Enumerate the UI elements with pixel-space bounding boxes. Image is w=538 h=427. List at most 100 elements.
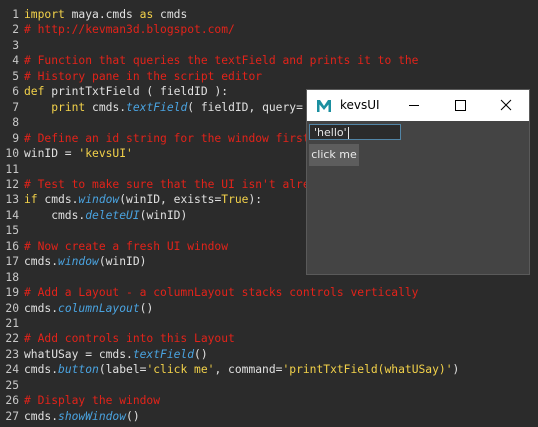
minimize-button[interactable] [391, 90, 437, 121]
code-token: # Display the window [24, 394, 161, 408]
code-line[interactable]: 21 [0, 316, 538, 331]
code-token: ) [452, 363, 460, 377]
code-text: # Add a Layout - a columnLayout stacks c… [24, 285, 418, 300]
code-token: cmds. [85, 100, 127, 114]
line-number: 6 [12, 85, 19, 99]
code-token: cmds. [24, 255, 59, 269]
line-number: 14 [5, 208, 19, 222]
line-number: 1 [12, 8, 19, 21]
code-token: 'kevsUI' [78, 147, 133, 161]
code-text: # http://kevman3d.blogspot.com/ [24, 22, 235, 37]
maximize-icon [455, 100, 466, 111]
code-text: print cmds.textField( fieldID, query= [24, 100, 303, 115]
code-text: # Define an id string for the window fir… [24, 131, 310, 146]
code-line[interactable]: 5 # History pane in the script editor [0, 69, 538, 84]
code-token: maya.cmds [64, 8, 140, 21]
code-text: # History pane in the script editor [24, 69, 262, 84]
code-token: () [126, 409, 140, 423]
code-line[interactable]: 23 whatUSay = cmds.textField() [0, 347, 538, 362]
line-number: 27 [5, 409, 19, 423]
code-text: def printTxtField ( fieldID ): [24, 84, 228, 99]
code-line[interactable]: 3 [0, 38, 538, 53]
code-text: cmds.columnLayout() [24, 301, 153, 316]
code-text: winID = 'kevsUI' [24, 146, 133, 161]
code-text: # Add controls into this Layout [24, 331, 235, 346]
click-me-button[interactable]: click me [309, 144, 359, 166]
code-line[interactable]: 20 cmds.columnLayout() [0, 301, 538, 316]
code-token: ( fieldID, query= [187, 100, 303, 114]
line-number: 8 [12, 116, 19, 130]
close-button[interactable] [483, 90, 529, 121]
code-token: (winID) [139, 208, 188, 222]
code-token: whatUSay = cmds. [24, 347, 133, 361]
line-number: 10 [5, 147, 19, 161]
code-token: columnLayout [58, 301, 140, 315]
code-token: winID = [24, 147, 79, 161]
what-u-say-text-field[interactable]: 'hello' [309, 124, 401, 140]
code-token: textField [132, 347, 195, 361]
code-token: , command= [214, 363, 283, 377]
code-text: whatUSay = cmds.textField() [24, 347, 208, 362]
code-text: # Display the window [24, 393, 160, 408]
line-number: 21 [5, 317, 19, 330]
line-number: 24 [5, 363, 19, 377]
code-token: deleteUI [85, 208, 140, 222]
close-icon [500, 99, 512, 111]
code-token: window [78, 193, 120, 207]
code-token: window [58, 255, 99, 269]
code-line[interactable]: 22 # Add controls into this Layout [0, 331, 538, 346]
code-token: # http://kevman3d.blogspot.com/ [24, 23, 235, 37]
code-token: (winID, exists= [119, 193, 222, 207]
code-token: cmds. [37, 193, 79, 207]
code-line[interactable]: 4 # Function that queries the textField a… [0, 53, 538, 68]
code-text: if cmds.window(winID, exists=True): [24, 192, 262, 207]
code-token: # Now create a fresh UI window [24, 239, 229, 253]
code-line[interactable]: 25 [0, 378, 538, 393]
maximize-button[interactable] [437, 90, 483, 121]
code-token: (winID) [98, 255, 147, 269]
code-token: textField [126, 100, 188, 114]
code-line[interactable]: 2 # http://kevman3d.blogspot.com/ [0, 22, 538, 37]
code-line[interactable]: 19 # Add a Layout - a columnLayout stacks… [0, 285, 538, 300]
line-number: 19 [5, 286, 19, 300]
code-text: # Function that queries the textField an… [24, 53, 418, 68]
code-token: () [139, 301, 154, 315]
line-number: 3 [12, 38, 19, 52]
kevsui-window[interactable]: kevsUI 'hello' click me [307, 90, 529, 274]
line-number: 13 [5, 193, 19, 207]
code-token: cmds. [24, 208, 86, 222]
code-token: cmds. [24, 301, 59, 315]
window-title: kevsUI [340, 98, 380, 112]
code-token: if [24, 193, 38, 207]
code-token: # History pane in the script editor [24, 69, 263, 83]
window-titlebar[interactable]: kevsUI [307, 90, 529, 121]
code-line[interactable]: 1 import maya.cmds as cmds [0, 7, 538, 22]
code-token: import [24, 8, 65, 21]
code-token: printTxtField ( fieldID ): [44, 85, 229, 99]
line-number: 16 [5, 239, 19, 253]
line-number: 11 [5, 162, 19, 176]
code-line[interactable]: 26 # Display the window [0, 393, 538, 408]
code-token: cmds [153, 8, 188, 21]
line-number: 23 [5, 347, 19, 361]
line-number: 15 [5, 224, 19, 238]
line-number: 7 [12, 100, 19, 114]
code-token: ): [248, 193, 263, 207]
code-text: cmds.button(label='click me', command='p… [24, 362, 459, 377]
line-number: 22 [5, 332, 19, 346]
line-number: 12 [5, 177, 19, 191]
code-text: # Now create a fresh UI window [24, 239, 228, 254]
code-text: cmds.deleteUI(winID) [24, 208, 187, 223]
code-line[interactable]: 27 cmds.showWindow() [0, 409, 538, 424]
code-token: # Function that queries the textField an… [24, 54, 419, 68]
code-token: # Add a Layout - a columnLayout stacks c… [24, 286, 419, 300]
text-caret [347, 127, 349, 139]
code-token: button [58, 363, 99, 377]
code-text: cmds.showWindow() [24, 409, 140, 424]
code-text: cmds.window(winID) [24, 254, 146, 269]
line-number: 20 [5, 301, 19, 315]
code-line[interactable]: 24 cmds.button(label='click me', command=… [0, 362, 538, 377]
code-token: # Add controls into this Layout [24, 332, 235, 346]
line-number: 17 [5, 255, 19, 269]
